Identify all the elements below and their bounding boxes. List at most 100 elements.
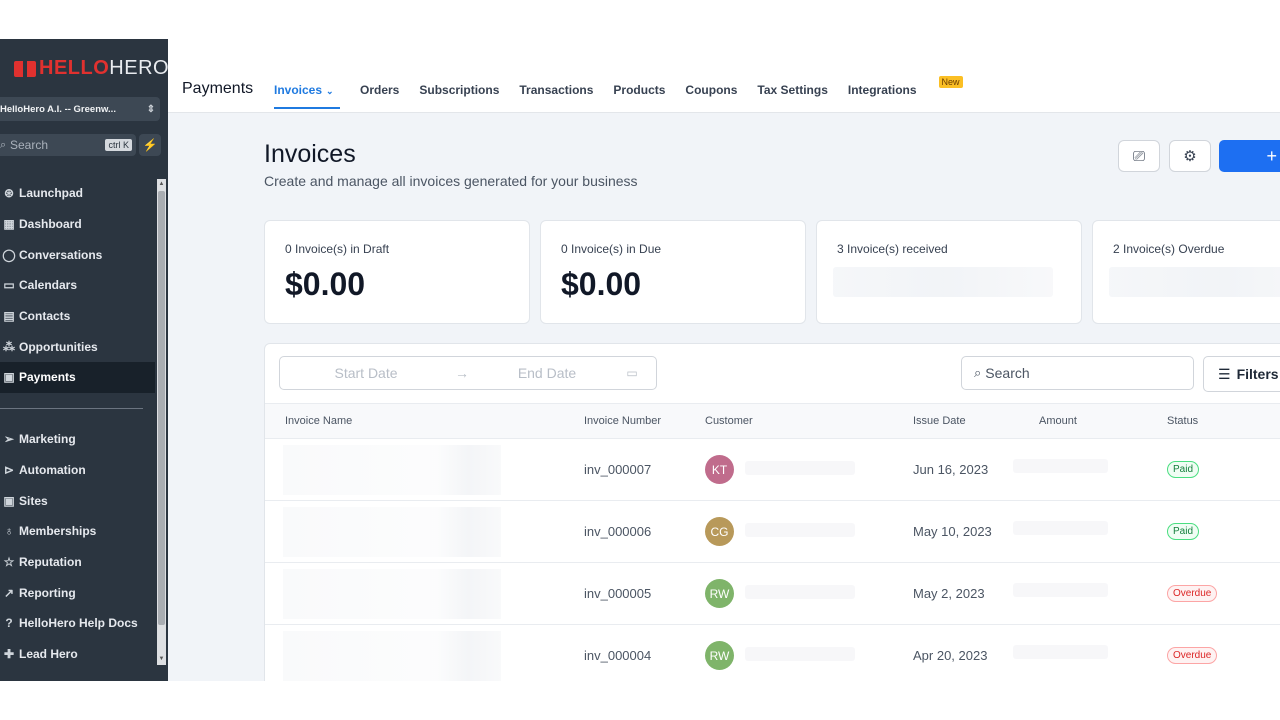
send-icon: ➢ bbox=[3, 432, 15, 447]
new-badge: New bbox=[938, 76, 963, 88]
search-icon: ⌕ bbox=[974, 365, 982, 380]
page-subtitle: Create and manage all invoices generated… bbox=[264, 173, 638, 189]
sidebar-item-opportunities[interactable]: ⁂ Opportunities bbox=[0, 331, 155, 362]
sidebar-item-lead-hero[interactable]: ✚ Lead Hero bbox=[0, 639, 155, 670]
tab-integrations[interactable]: Integrations New bbox=[838, 76, 963, 109]
location-name: HelloHero A.I. -- Greenw... bbox=[0, 103, 116, 115]
filters-button[interactable]: ☰ Filters bbox=[1203, 356, 1280, 392]
brand-logo[interactable]: HELLO HERO bbox=[14, 57, 169, 80]
top-navigation: Payments Invoices ⌄ Orders Subscriptions … bbox=[168, 39, 1280, 113]
add-invoice-button[interactable]: + bbox=[1219, 140, 1280, 172]
start-date-input[interactable]: Start Date bbox=[280, 365, 452, 381]
col-customer[interactable]: Customer bbox=[705, 415, 753, 427]
avatar: CG bbox=[705, 517, 734, 546]
sidebar-item-label: Lead Hero bbox=[19, 646, 78, 661]
summary-cards: 0 Invoice(s) in Draft $0.00 0 Invoice(s)… bbox=[264, 220, 1280, 324]
tab-subscriptions[interactable]: Subscriptions bbox=[409, 83, 509, 109]
feedback-button[interactable]: ⎚ bbox=[1118, 140, 1160, 172]
tab-invoices[interactable]: Invoices ⌄ bbox=[274, 83, 340, 109]
col-invoice-name[interactable]: Invoice Name bbox=[285, 415, 352, 427]
status-badge: Overdue bbox=[1167, 647, 1218, 664]
sidebar-item-help-docs[interactable]: ? HelloHero Help Docs bbox=[0, 608, 155, 639]
arrow-right-icon: → bbox=[455, 365, 469, 381]
sidebar-item-reporting[interactable]: ↗ Reporting bbox=[0, 577, 155, 608]
card-label: 0 Invoice(s) in Draft bbox=[285, 242, 390, 256]
tab-coupons[interactable]: Coupons bbox=[675, 83, 747, 109]
sidebar-search-input[interactable]: ⌕ Search ctrl K bbox=[0, 134, 136, 156]
redacted-invoice-name bbox=[283, 445, 501, 495]
sidebar-item-launchpad[interactable]: ⊛ Launchpad bbox=[0, 178, 155, 209]
sidebar-item-calendars[interactable]: ▭ Calendars bbox=[0, 270, 155, 301]
page-title: Invoices bbox=[264, 140, 356, 168]
end-date-input[interactable]: End Date bbox=[472, 365, 622, 381]
main-content: Invoices Create and manage all invoices … bbox=[168, 113, 1280, 681]
tab-tax-settings[interactable]: Tax Settings bbox=[747, 83, 837, 109]
tab-label: Integrations bbox=[847, 83, 917, 97]
summary-card-due: 0 Invoice(s) in Due $0.00 bbox=[540, 220, 806, 324]
scroll-up-icon[interactable]: ▲ bbox=[157, 179, 166, 189]
tab-label: Invoices bbox=[274, 83, 323, 97]
col-amount[interactable]: Amount bbox=[1039, 415, 1077, 427]
table-row[interactable]: inv_000004 RW Apr 20, 2023 Overdue bbox=[265, 625, 1280, 681]
sidebar-nav: ⊛ Launchpad ▦ Dashboard ◯ Conversations ▭ Ca… bbox=[0, 178, 155, 669]
redacted-value bbox=[833, 267, 1053, 297]
tab-list: Invoices ⌄ Orders Subscriptions Transacti… bbox=[274, 76, 963, 109]
sidebar-item-marketing[interactable]: ➢ Marketing bbox=[0, 424, 155, 455]
tab-transactions[interactable]: Transactions bbox=[509, 83, 603, 109]
redacted-amount bbox=[1013, 645, 1108, 659]
card-label: 2 Invoice(s) Overdue bbox=[1113, 242, 1225, 256]
issue-date: Apr 20, 2023 bbox=[913, 648, 988, 663]
automation-icon: ⊳ bbox=[3, 462, 15, 477]
scroll-down-icon[interactable]: ▼ bbox=[157, 654, 166, 664]
chevron-updown-icon: ⇕ bbox=[146, 103, 156, 115]
col-issue-date[interactable]: Issue Date bbox=[913, 415, 966, 427]
redacted-customer bbox=[745, 647, 855, 661]
sidebar-item-reputation[interactable]: ☆ Reputation bbox=[0, 547, 155, 578]
invoice-search-input[interactable]: ⌕ Search bbox=[961, 356, 1194, 390]
invoice-number: inv_000007 bbox=[584, 462, 652, 477]
col-status[interactable]: Status bbox=[1167, 415, 1198, 427]
sites-icon: ▣ bbox=[3, 493, 15, 508]
settings-button[interactable]: ⚙ bbox=[1169, 140, 1211, 172]
tab-orders[interactable]: Orders bbox=[350, 83, 409, 109]
sidebar-item-memberships[interactable]: ♁ Memberships bbox=[0, 516, 155, 547]
sidebar-item-label: Automation bbox=[19, 462, 86, 477]
card-label: 0 Invoice(s) in Due bbox=[561, 242, 662, 256]
sidebar-item-label: Dashboard bbox=[19, 217, 82, 232]
tab-products[interactable]: Products bbox=[603, 83, 675, 109]
status-badge: Overdue bbox=[1167, 585, 1218, 602]
avatar: RW bbox=[705, 579, 734, 608]
logo-mark-icon bbox=[14, 60, 36, 77]
location-switcher[interactable]: HelloHero A.I. -- Greenw... ⇕ bbox=[0, 97, 160, 121]
sidebar-item-label: Marketing bbox=[19, 432, 76, 447]
sidebar-item-payments[interactable]: ▣ Payments bbox=[0, 362, 155, 393]
sidebar-item-label: Reputation bbox=[19, 554, 82, 569]
opportunities-icon: ⁂ bbox=[3, 339, 15, 354]
date-range-picker[interactable]: Start Date → End Date ▭ bbox=[279, 356, 657, 390]
table-row[interactable]: inv_000006 CG May 10, 2023 Paid bbox=[265, 501, 1280, 563]
memberships-icon: ♁ bbox=[4, 524, 14, 539]
sidebar-item-automation[interactable]: ⊳ Automation bbox=[0, 455, 155, 486]
help-icon: ? bbox=[5, 616, 13, 631]
search-shortcut: ctrl K bbox=[105, 139, 132, 151]
filter-lines-icon: ☰ bbox=[1218, 365, 1231, 382]
table-row[interactable]: inv_000005 RW May 2, 2023 Overdue bbox=[265, 563, 1280, 625]
redacted-value bbox=[1109, 267, 1280, 297]
redacted-invoice-name bbox=[283, 631, 501, 681]
quick-actions-bolt-icon[interactable]: ⚡ bbox=[139, 134, 161, 156]
gear-icon: ⚙ bbox=[1183, 148, 1197, 165]
col-invoice-number[interactable]: Invoice Number bbox=[584, 415, 661, 427]
card-value: $0.00 bbox=[561, 266, 642, 302]
app-window: HELLO HERO HelloHero A.I. -- Greenw... ⇕… bbox=[0, 39, 1280, 681]
sidebar-item-sites[interactable]: ▣ Sites bbox=[0, 485, 155, 516]
sidebar-item-label: Opportunities bbox=[19, 339, 98, 354]
sidebar-item-contacts[interactable]: ▤ Contacts bbox=[0, 301, 155, 332]
sidebar-item-conversations[interactable]: ◯ Conversations bbox=[0, 239, 155, 270]
sidebar-item-dashboard[interactable]: ▦ Dashboard bbox=[0, 209, 155, 240]
feedback-icon: ⎚ bbox=[1132, 147, 1145, 165]
sidebar-item-label: Contacts bbox=[19, 309, 71, 324]
sidebar-scroll-thumb[interactable] bbox=[158, 191, 165, 625]
search-placeholder: Search bbox=[985, 365, 1030, 381]
table-row[interactable]: inv_000007 KT Jun 16, 2023 Paid bbox=[265, 439, 1280, 501]
redacted-invoice-name bbox=[283, 507, 501, 557]
